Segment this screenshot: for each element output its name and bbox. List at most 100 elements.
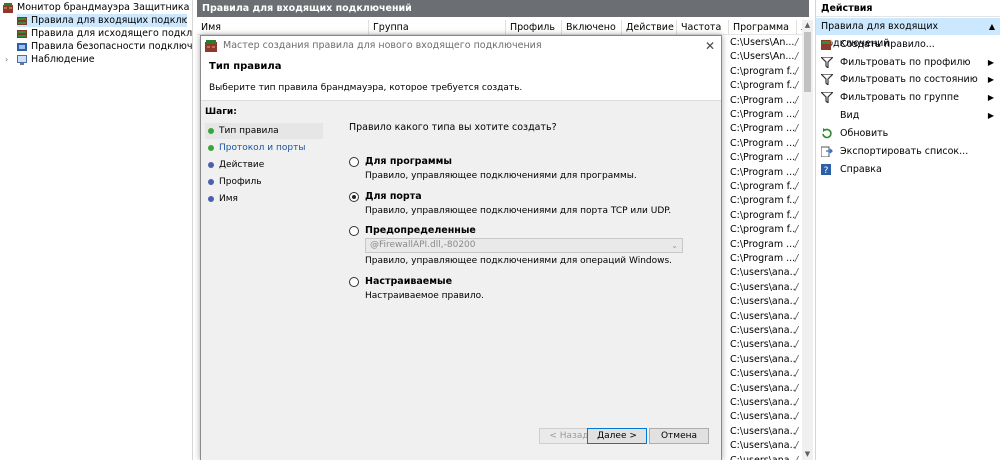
submenu-arrow-icon: ▶ [987,111,994,120]
action-label: Фильтровать по профилю [840,57,971,68]
local-cell: / [795,166,799,178]
radio-custom[interactable] [349,277,359,287]
dialog-titlebar[interactable]: Мастер создания правила для нового входя… [201,36,721,56]
action-item[interactable]: Фильтровать по профилю ▶ [816,54,1000,71]
local-cell: / [795,440,799,452]
program-cell: C:\Users\An... [730,37,795,48]
step-profile: Профиль [205,174,323,190]
close-icon[interactable]: ✕ [705,36,715,56]
local-cell: / [795,94,799,106]
column-headers: Имя Группа Профиль Включено Действие Час… [197,20,809,35]
step-status-icon [208,128,214,134]
local-cell: / [795,152,799,164]
radio-program[interactable] [349,157,359,167]
program-cell: C:\program f... [730,224,796,236]
action-item[interactable]: Фильтровать по группе ▶ [816,89,1000,106]
local-cell: / [795,80,799,92]
program-cell: C:\Program ... [730,238,796,250]
tree-item-outbound[interactable]: Правила для исходящего подключения [17,27,193,40]
scroll-thumb[interactable] [804,32,811,92]
local-cell: / [795,238,799,250]
program-cell: C:\users\ana... [730,440,796,452]
step-label: Действие [219,160,265,170]
wizard-buttons: < Назад Далее > Отмена [325,420,721,460]
action-label: Обновить [840,128,889,139]
firewall-icon [3,3,13,13]
local-cell: / [795,325,799,336]
local-cell: / [795,281,799,293]
tree-item-security[interactable]: Правила безопасности подключения [17,40,193,53]
action-label: Фильтровать по группе [840,92,959,103]
scroll-down-icon[interactable]: ▼ [802,449,813,460]
program-cell: C:\program f... [730,80,796,92]
program-cell: C:\program f... [730,195,796,207]
action-item[interactable]: Вид ▶ [816,107,1000,124]
column-header-action[interactable]: Действие [621,20,676,35]
tree-item-inbound[interactable]: Правила для входящих подключений [17,14,187,27]
actions-title: Действия [816,0,1000,17]
program-cell: C:\users\ana... [730,267,796,279]
cancel-button[interactable]: Отмена [649,428,709,444]
help-icon: ? [821,164,833,176]
step-status-icon [208,145,214,151]
tree-root[interactable]: Монитор брандмауэра Защитника Windows [3,1,193,14]
step-label: Тип правила [219,126,279,136]
step-label: Профиль [219,177,262,187]
local-cell: / [795,137,799,149]
local-cell: / [795,253,799,264]
option-title[interactable]: Для порта [365,191,422,202]
local-cell: / [795,382,799,394]
tree-item-label: Правила для входящих подключений [31,15,187,26]
program-cell: C:\users\ana... [730,325,796,336]
column-header-profile[interactable]: Профиль [505,20,561,35]
program-cell: C:\program f... [730,65,796,77]
export-icon [820,146,833,158]
radio-port[interactable] [349,192,359,202]
step-protocol-ports[interactable]: Протокол и порты [205,140,323,156]
new-rule-icon [821,39,833,50]
action-item[interactable]: Экспортировать список... [816,143,1000,160]
tree-root-label: Монитор брандмауэра Защитника Windows [17,2,193,13]
submenu-arrow-icon: ▶ [987,75,994,84]
program-cell: C:\program f... [730,209,796,221]
option-title[interactable]: Предопределенные [365,225,476,236]
action-item[interactable]: Создать правило... [816,36,1000,53]
program-cell: C:\users\ana... [730,339,796,351]
dialog-title: Мастер создания правила для нового входя… [223,40,542,51]
step-status-icon [208,179,214,185]
step-action: Действие [205,157,323,173]
step-rule-type[interactable]: Тип правила [205,123,323,139]
collapse-triangle-icon[interactable]: ▲ [989,18,995,35]
column-header-name[interactable]: Имя [197,20,368,35]
next-button[interactable]: Далее > [587,428,647,444]
action-item[interactable]: ? Справка [816,161,1000,178]
refresh-icon [821,128,833,139]
expand-chevron-icon[interactable]: › [5,53,8,66]
tree-item-monitoring[interactable]: › Наблюдение [5,53,193,66]
program-cell: C:\users\ana... [730,411,796,423]
program-cell: C:\users\ana... [730,296,796,308]
local-cell: / [795,353,799,365]
option-title[interactable]: Для программы [365,156,452,167]
action-item[interactable]: Фильтровать по состоянию ▶ [816,71,1000,88]
column-header-group[interactable]: Группа [368,20,505,35]
column-header-program[interactable]: Программа [728,20,796,35]
program-cell: C:\Program ... [730,152,796,164]
local-cell: / [795,209,799,221]
svg-text:?: ? [824,166,829,175]
column-header-enabled[interactable]: Включено [561,20,621,35]
actions-pane: Действия Правила для входящих подключени… [815,0,1000,460]
actions-section-header[interactable]: Правила для входящих подключений ▲ [816,18,1000,49]
column-header-override[interactable]: Частота [676,20,728,35]
submenu-arrow-icon: ▶ [987,93,994,102]
scroll-up-icon[interactable]: ▲ [802,20,813,31]
local-cell: / [795,339,799,351]
option-title[interactable]: Настраиваемые [365,276,452,287]
rule-type-question: Правило какого типа вы хотите создать? [349,122,557,133]
list-scrollbar[interactable]: ▲ ▼ [802,20,813,460]
option-description: Правило, управляющее подключениями для п… [365,206,672,216]
radio-predefined[interactable] [349,226,359,236]
action-item[interactable]: Обновить [816,125,1000,142]
local-cell: / [795,267,799,279]
filter-icon [819,56,835,70]
